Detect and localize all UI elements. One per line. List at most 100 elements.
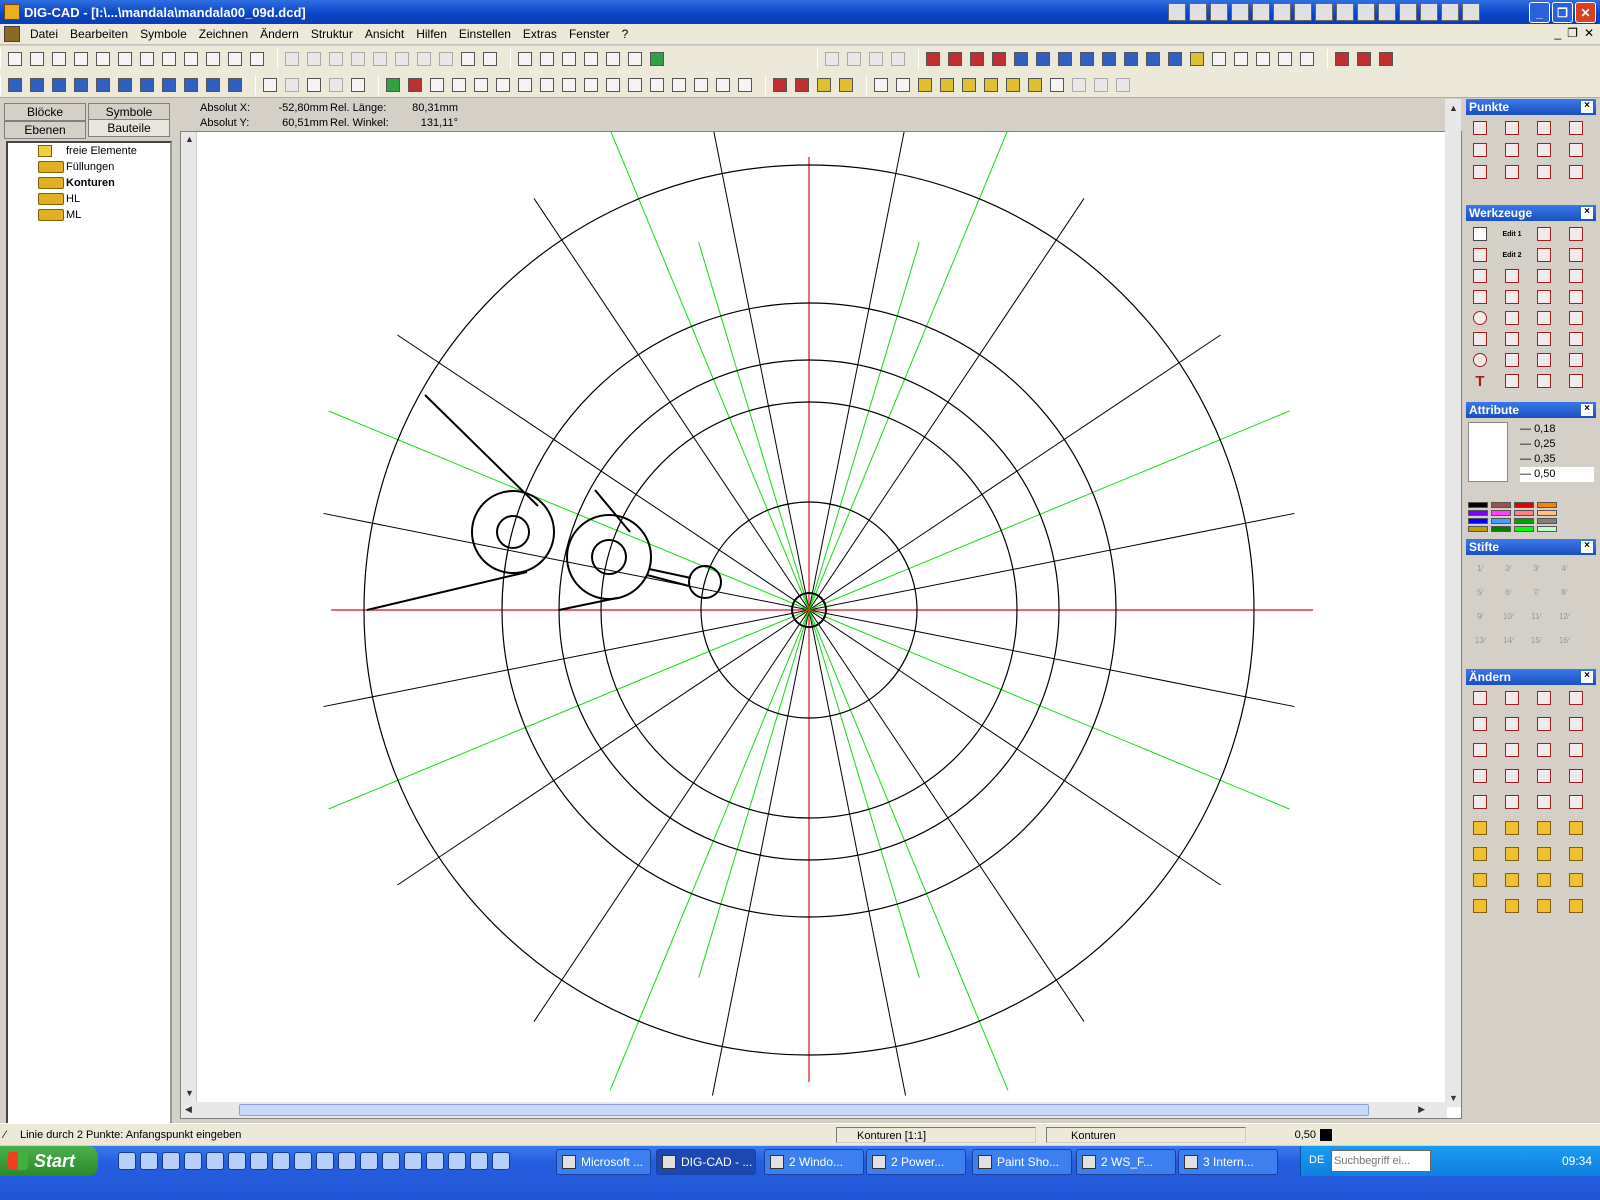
pen-button[interactable]: 6⁄ — [1498, 583, 1518, 601]
book-icon[interactable] — [159, 49, 179, 69]
color-swatch[interactable] — [1468, 526, 1488, 532]
text-tool-icon[interactable]: T — [1470, 372, 1490, 390]
pen-button[interactable]: 15⁄ — [1526, 631, 1546, 649]
pen-icon[interactable] — [383, 75, 403, 95]
modify-tool-icon[interactable] — [1534, 819, 1554, 837]
color-swatch[interactable] — [1537, 526, 1557, 532]
redo-icon[interactable] — [392, 49, 412, 69]
modify-tool-icon[interactable] — [1470, 845, 1490, 863]
shapes-icon[interactable] — [814, 75, 834, 95]
pen-button[interactable]: 4⁄ — [1554, 559, 1574, 577]
save-icon[interactable] — [71, 49, 91, 69]
select-arrow-icon[interactable] — [1470, 225, 1490, 243]
grid-icon[interactable] — [836, 75, 856, 95]
tool-icon[interactable] — [1534, 309, 1554, 327]
start-button[interactable]: Start — [0, 1146, 98, 1176]
copy-icon[interactable] — [304, 49, 324, 69]
modify-tool-icon[interactable] — [1502, 793, 1522, 811]
arrow-icon[interactable] — [71, 75, 91, 95]
app-icon[interactable] — [492, 1152, 510, 1170]
task-dig-cad[interactable]: DIG-CAD - ... — [656, 1149, 756, 1175]
close-button[interactable]: ✕ — [1575, 2, 1596, 23]
tree-icon[interactable] — [647, 49, 667, 69]
task-ws-ftp[interactable]: 2 WS_F... — [1076, 1149, 1176, 1175]
point-tool-icon[interactable] — [1502, 141, 1522, 159]
tree-node-ml[interactable]: ML — [38, 207, 81, 223]
pen-button[interactable]: 11⁄ — [1526, 607, 1546, 625]
cancel-icon[interactable] — [414, 49, 434, 69]
component-icon[interactable] — [959, 75, 979, 95]
modify-tool-icon[interactable] — [1470, 871, 1490, 889]
color-swatch[interactable] — [1537, 510, 1557, 516]
modify-tool-icon[interactable] — [1534, 767, 1554, 785]
close-icon[interactable]: × — [1581, 671, 1593, 683]
modify-tool-icon[interactable] — [1502, 819, 1522, 837]
modify-tool-icon[interactable] — [1502, 741, 1522, 759]
grid-icon[interactable] — [559, 49, 579, 69]
modify-tool-icon[interactable] — [1470, 715, 1490, 733]
window-icon[interactable] — [1231, 49, 1251, 69]
open-file-icon[interactable] — [27, 49, 47, 69]
zoom-fit-icon[interactable] — [427, 75, 447, 95]
mail-icon[interactable] — [1231, 3, 1249, 21]
color-swatch[interactable] — [1468, 510, 1488, 516]
zoom-3-icon[interactable] — [603, 75, 623, 95]
dig-cad-app-icon[interactable] — [4, 4, 20, 20]
window-icon[interactable] — [1253, 49, 1273, 69]
crosshair-icon[interactable] — [515, 49, 535, 69]
color-swatch[interactable] — [1514, 502, 1534, 508]
tool-icon[interactable] — [1502, 330, 1522, 348]
app-icon[interactable] — [1168, 3, 1186, 21]
arrow-icon[interactable] — [93, 75, 113, 95]
app-icon[interactable] — [360, 1152, 378, 1170]
layer-icon[interactable] — [27, 75, 47, 95]
line-tool-icon[interactable] — [1470, 246, 1490, 264]
ortho-icon[interactable] — [537, 49, 557, 69]
book-icon[interactable] — [137, 49, 157, 69]
layer-icon[interactable] — [115, 75, 135, 95]
close-icon[interactable]: × — [1581, 207, 1593, 219]
dimension-icon[interactable] — [1121, 49, 1141, 69]
tool-icon[interactable] — [1534, 372, 1554, 390]
color-swatch[interactable] — [1468, 518, 1488, 524]
layer-icon[interactable] — [181, 75, 201, 95]
app-icon[interactable] — [1420, 3, 1438, 21]
point-tool-icon[interactable] — [1502, 119, 1522, 137]
layer-icon[interactable] — [159, 75, 179, 95]
scroll-left-icon[interactable]: ◀ — [185, 1104, 192, 1115]
color-swatch[interactable] — [1491, 502, 1511, 508]
app-icon[interactable] — [162, 1152, 180, 1170]
task-internet[interactable]: 3 Intern... — [1178, 1149, 1278, 1175]
pan-icon[interactable] — [471, 75, 491, 95]
pen-button[interactable]: 3⁄ — [1526, 559, 1546, 577]
menu-zeichnen[interactable]: Zeichnen — [193, 27, 254, 41]
dimension-icon[interactable] — [1033, 49, 1053, 69]
menu-struktur[interactable]: Struktur — [305, 27, 359, 41]
tree-node-freie-elemente[interactable]: freie Elemente — [38, 143, 137, 159]
component-icon[interactable] — [981, 75, 1001, 95]
scroll-down-icon[interactable]: ▼ — [185, 1088, 194, 1098]
zoom-6-icon[interactable] — [669, 75, 689, 95]
layer-icon[interactable] — [5, 75, 25, 95]
modify-tool-icon[interactable] — [1566, 793, 1586, 811]
menu-aendern[interactable]: Ändern — [254, 27, 305, 41]
line-width-selector[interactable]: — 0,18 — 0,25 — 0,35 — 0,50 — [1520, 422, 1594, 482]
minimize-button[interactable]: _ — [1529, 2, 1550, 23]
modify-tool-icon[interactable] — [1566, 845, 1586, 863]
save-as-icon[interactable] — [93, 49, 113, 69]
open-file-icon[interactable] — [49, 49, 69, 69]
line-tool-icon[interactable] — [1566, 225, 1586, 243]
window-icon[interactable] — [1275, 49, 1295, 69]
menu-hilfen[interactable]: Hilfen — [410, 27, 453, 41]
zoom-5-icon[interactable] — [647, 75, 667, 95]
dimension-icon[interactable] — [1165, 49, 1185, 69]
dimension-icon[interactable] — [1055, 49, 1075, 69]
app-icon[interactable] — [1210, 3, 1228, 21]
modify-tool-icon[interactable] — [1534, 871, 1554, 889]
line-tool-icon[interactable] — [1566, 246, 1586, 264]
task-microsoft[interactable]: Microsoft ... — [556, 1149, 651, 1175]
redraw-icon[interactable] — [735, 75, 755, 95]
zoom-1x-icon[interactable] — [493, 75, 513, 95]
point-tool-icon[interactable] — [1470, 163, 1490, 181]
component-icon[interactable] — [1113, 75, 1133, 95]
